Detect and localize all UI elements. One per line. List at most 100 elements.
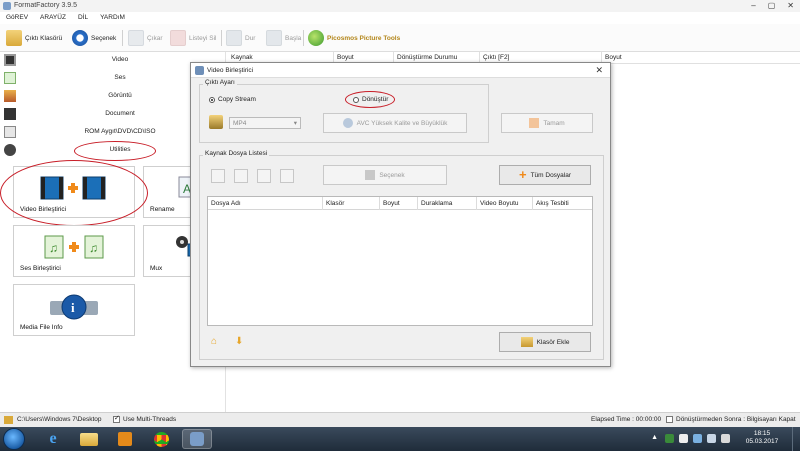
start-button[interactable]: Başla [266, 28, 301, 48]
col-video-size[interactable]: Video Boyutu [480, 200, 519, 207]
highlight-convert [345, 91, 395, 108]
highlight-utilities [74, 141, 156, 161]
tray-expand-icon[interactable]: ▲ [651, 434, 658, 441]
close-button[interactable]: ✕ [787, 1, 794, 10]
tray-network-icon[interactable] [707, 434, 716, 443]
col-output[interactable]: Çıktı [F2] [483, 54, 509, 61]
col-status[interactable]: Dönüştürme Durumu [397, 54, 457, 61]
quality-button[interactable]: AVC Yüksek Kalite ve Büyüklük [323, 113, 467, 133]
menu-task[interactable]: GöREV [6, 12, 28, 24]
taskbar-chrome-icon[interactable] [146, 429, 176, 449]
tray-app-icon[interactable] [665, 434, 674, 443]
svg-text:♫: ♫ [49, 241, 58, 255]
col-folder[interactable]: Klasör [326, 200, 344, 207]
after-convert-label: Dönüştürmeden Sonra : Bilgisayarı Kapat [676, 416, 796, 423]
highlight-video-joiner [0, 160, 148, 226]
dialog-close-button[interactable]: ✕ [595, 65, 603, 76]
document-icon [4, 108, 16, 120]
clock-time: 18:15 [753, 430, 771, 437]
tray-bluetooth-icon[interactable] [693, 434, 702, 443]
after-convert-checkbox[interactable] [666, 416, 673, 423]
move-up-icon[interactable]: ⌂ [211, 336, 217, 347]
source-files-label: Kaynak Dosya Listesi [203, 150, 270, 157]
multithread-checkbox[interactable] [113, 414, 120, 423]
tile-audio-joiner[interactable]: ♫ ♫ Ses Birleştirici [13, 225, 135, 277]
folder-add-icon [520, 337, 533, 347]
toolbar: Çıktı Klasörü Seçenek Çıkar Listeyi Sil … [0, 24, 800, 52]
taskbar-media-player-icon[interactable] [110, 429, 140, 449]
options-small-icon [365, 170, 376, 180]
taskbar-ie-icon[interactable]: e [38, 429, 68, 449]
clear-files-button[interactable] [257, 169, 271, 183]
stop-icon [226, 30, 242, 46]
minimize-button[interactable]: – [751, 1, 755, 10]
start-icon [266, 30, 282, 46]
tray-volume-icon[interactable] [721, 434, 730, 443]
gear-icon [4, 144, 16, 156]
stop-button[interactable]: Dur [226, 28, 255, 48]
video-joiner-small-icon [195, 66, 204, 75]
col-file-size[interactable]: Boyut [383, 200, 400, 207]
source-file-grid: Dosya Adı Klasör Boyut Duraklama Video B… [207, 196, 593, 326]
picosmos-icon [308, 30, 324, 46]
options-button[interactable]: Seçenek [72, 28, 116, 48]
video-joiner-dialog: Video Birleştirici ✕ Çıktı Ayarı Copy St… [190, 62, 611, 367]
film-icon [4, 54, 16, 66]
status-folder-icon [4, 416, 13, 424]
disc-drive-icon [4, 126, 16, 138]
col-file-name[interactable]: Dosya Adı [211, 200, 241, 207]
play-file-button[interactable] [280, 169, 294, 183]
all-files-button[interactable]: + Tüm Dosyalar [499, 165, 591, 185]
col-source[interactable]: Kaynak [231, 54, 253, 61]
picosmos-button[interactable]: Picosmos Picture Tools [308, 28, 400, 48]
start-button[interactable] [3, 428, 25, 450]
taskbar-explorer-icon[interactable] [74, 429, 104, 449]
clear-list-button[interactable]: Listeyi Sil [170, 28, 216, 48]
music-icon [4, 72, 16, 84]
ok-icon [529, 118, 540, 128]
taskbar: e ▲ 18:15 05.03.2017 [0, 427, 800, 451]
maximize-button[interactable]: ▢ [768, 1, 776, 10]
multithread-label: Use Multi-Threads [123, 416, 177, 423]
tile-media-info[interactable]: i Media File Info [13, 284, 135, 336]
quality-icon [342, 118, 353, 128]
menu-bar: GöREV ARAYÜZ DİL YARDıM [0, 12, 800, 24]
format-icon [209, 115, 223, 129]
status-path[interactable]: C:\Users\Windows 7\Desktop [17, 416, 102, 423]
elapsed-time: Elapsed Time : 00:00:00 [591, 416, 662, 423]
col-pause[interactable]: Duraklama [421, 200, 452, 207]
col-size[interactable]: Boyut [337, 54, 354, 61]
dialog-title-bar: Video Birleştirici ✕ [191, 63, 610, 78]
col-stream-detect[interactable]: Akış Tesbiti [536, 200, 569, 207]
menu-interface[interactable]: ARAYÜZ [40, 12, 66, 24]
copy-stream-radio-dot [209, 96, 215, 103]
move-down-icon[interactable]: ⬇ [235, 336, 243, 347]
show-desktop-button[interactable] [792, 427, 800, 451]
ok-button[interactable]: Tamam [501, 113, 593, 133]
copy-stream-radio[interactable]: Copy Stream [209, 96, 256, 103]
col-output-size[interactable]: Boyut [605, 54, 622, 61]
menu-language[interactable]: DİL [78, 12, 88, 24]
svg-text:♫: ♫ [89, 241, 98, 255]
source-file-grid-header: Dosya Adı Klasör Boyut Duraklama Video B… [208, 197, 592, 210]
system-tray: ▲ 18:15 05.03.2017 [646, 427, 796, 451]
remove-button[interactable]: Çıkar [128, 28, 163, 48]
taskbar-formatfactory-icon[interactable] [182, 429, 212, 449]
options-icon [72, 30, 88, 46]
add-file-button[interactable] [211, 169, 225, 183]
tray-flag-icon[interactable] [679, 434, 688, 443]
clock-date: 05.03.2017 [745, 438, 779, 445]
taskbar-clock[interactable]: 18:15 05.03.2017 [742, 430, 782, 446]
plus-icon: + [518, 167, 527, 182]
source-options-button[interactable]: Seçenek [323, 165, 447, 185]
menu-help[interactable]: YARDıM [100, 12, 125, 24]
audio-joiner-icon: ♫ ♫ [44, 235, 104, 259]
info-icon: i [50, 294, 98, 320]
remove-icon [128, 30, 144, 46]
remove-file-button[interactable] [234, 169, 248, 183]
format-factory-app: FormatFactory 3.9.5 – ▢ ✕ GöREV ARAYÜZ D… [0, 0, 800, 451]
output-folder-button[interactable]: Çıktı Klasörü [6, 28, 62, 48]
add-folder-button[interactable]: Klasör Ekle [499, 332, 591, 352]
format-select[interactable]: MP4 ▾ [229, 117, 301, 129]
title-bar: FormatFactory 3.9.5 – ▢ ✕ [0, 0, 800, 12]
